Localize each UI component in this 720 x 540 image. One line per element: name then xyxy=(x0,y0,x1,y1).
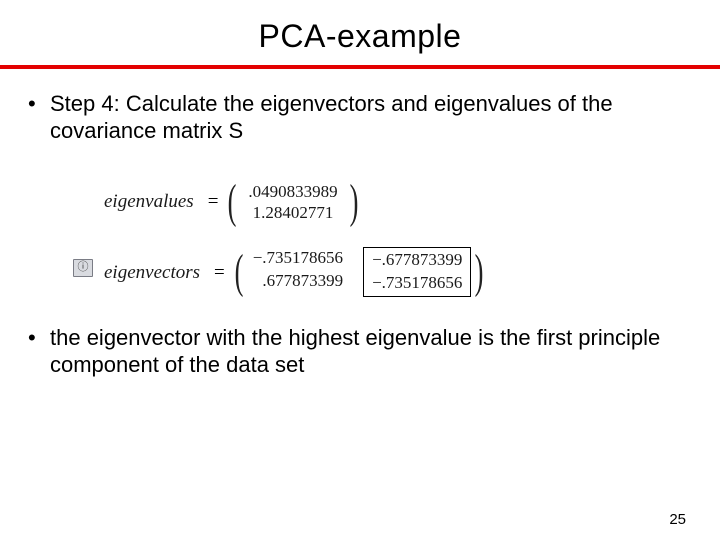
matrix-col-1: −.735178656 .677873399 xyxy=(247,247,349,297)
paren-right-icon-2: ) xyxy=(475,251,484,293)
paren-left-icon-2: ( xyxy=(234,251,243,293)
equation-area: eigenvalues = ( .0490833989 1.28402771 )… xyxy=(28,179,692,297)
eigenvalue-2: 1.28402771 xyxy=(248,202,337,223)
paren-left-icon: ( xyxy=(228,181,237,223)
m-c1r2: .677873399 xyxy=(247,270,349,293)
eigenvalues-equation: eigenvalues = ( .0490833989 1.28402771 ) xyxy=(104,179,692,226)
paren-right-icon: ) xyxy=(349,181,358,223)
bullet-principal-component: the eigenvector with the highest eigenva… xyxy=(28,325,692,379)
eigenvectors-equation: ⓘ eigenvectors = ( −.735178656 .67787339… xyxy=(68,247,692,297)
eigenvectors-matrix: ( −.735178656 .677873399 −.677873399 −.7… xyxy=(231,247,488,297)
matrix-col-2-boxed: −.677873399 −.735178656 xyxy=(363,247,471,297)
slide-title: PCA-example xyxy=(0,18,720,55)
m-c2r1: −.677873399 xyxy=(366,249,468,272)
page-number: 25 xyxy=(669,511,686,528)
slide: PCA-example Step 4: Calculate the eigenv… xyxy=(0,18,720,540)
equals-sign-2: = xyxy=(214,261,225,284)
equals-sign: = xyxy=(208,190,219,213)
eigenvalues-vector: ( .0490833989 1.28402771 ) xyxy=(224,179,361,226)
m-c1r1: −.735178656 xyxy=(247,247,349,270)
bullet-list: Step 4: Calculate the eigenvectors and e… xyxy=(28,91,692,145)
m-c2r2: −.735178656 xyxy=(366,272,468,295)
eigenvectors-label: eigenvectors xyxy=(104,261,200,284)
matrix-columns: −.735178656 .677873399 −.677873399 −.735… xyxy=(247,247,472,297)
eigenvalues-entries: .0490833989 1.28402771 xyxy=(240,179,345,226)
info-artifact-icon: ⓘ xyxy=(73,259,93,277)
eigenvalues-label: eigenvalues xyxy=(104,190,194,213)
slide-body: Step 4: Calculate the eigenvectors and e… xyxy=(0,69,720,379)
bullet-list-2: the eigenvector with the highest eigenva… xyxy=(28,325,692,379)
bullet-step4: Step 4: Calculate the eigenvectors and e… xyxy=(28,91,692,145)
eigenvalue-1: .0490833989 xyxy=(248,181,337,202)
